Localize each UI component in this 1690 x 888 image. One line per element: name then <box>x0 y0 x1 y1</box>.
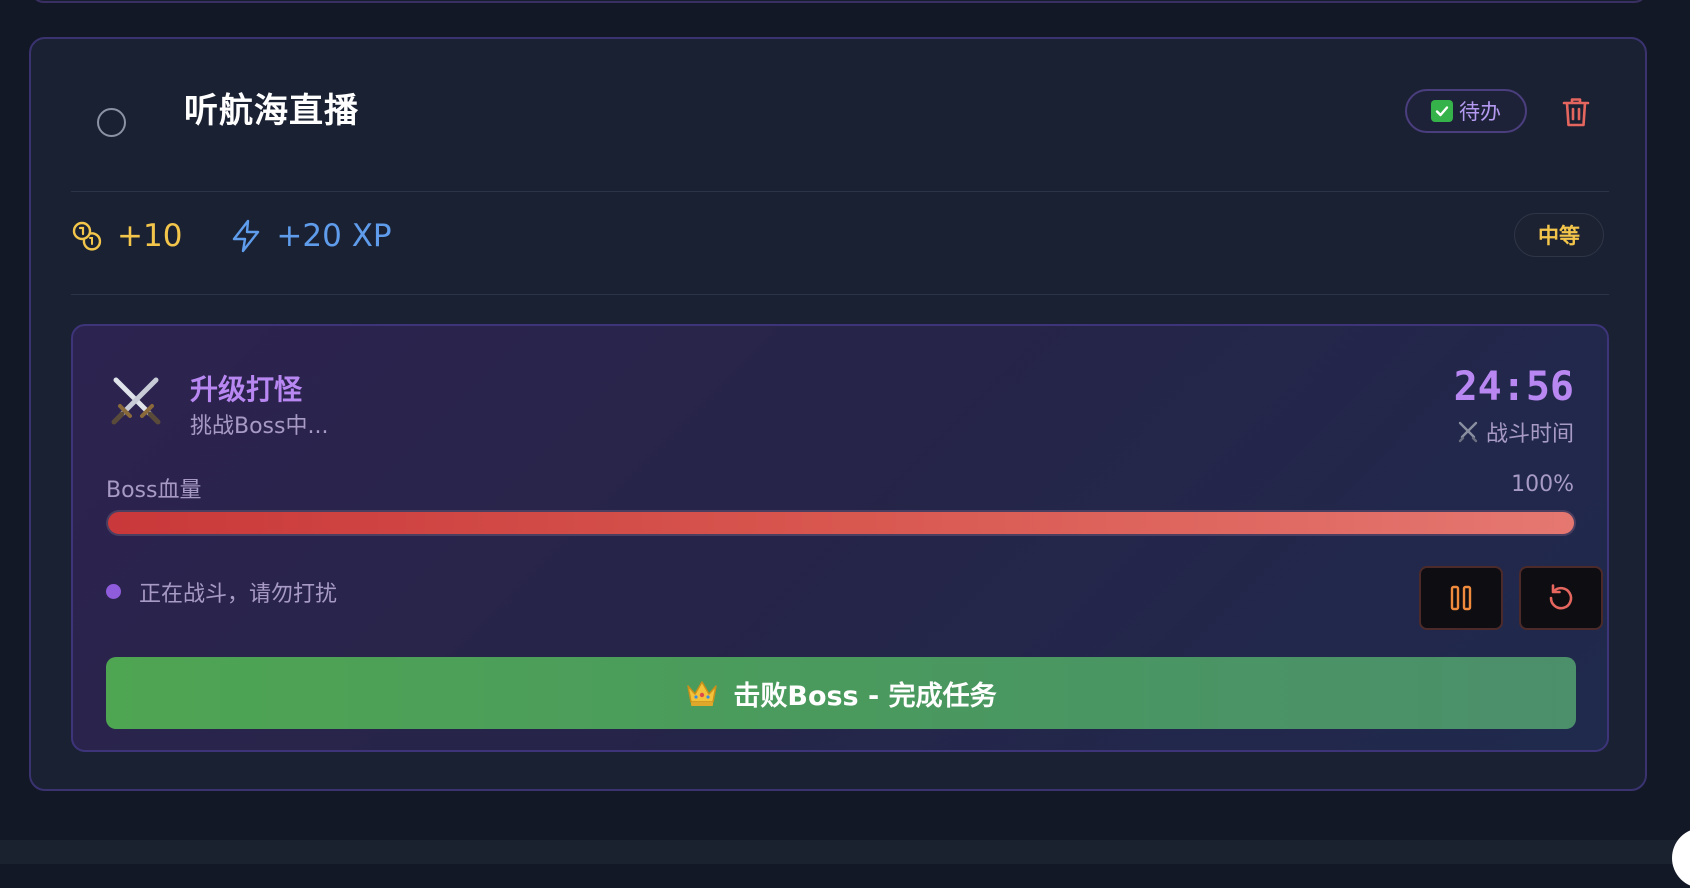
previous-task-card-edge <box>30 0 1648 3</box>
task-title: 听航海直播 <box>184 91 359 131</box>
difficulty-badge: 中等 <box>1514 213 1604 257</box>
task-card: 听航海直播 待办 +10 +20 XP 中等 升级打怪 挑战Boss中... 2… <box>29 37 1647 791</box>
defeat-boss-complete-button[interactable]: 击败Boss - 完成任务 <box>106 657 1576 729</box>
boss-hp-bar-fill <box>106 510 1576 536</box>
boss-hp-bar <box>106 510 1576 536</box>
boss-mode-subtitle: 挑战Boss中... <box>190 414 329 439</box>
lightning-icon <box>233 219 260 253</box>
rotate-ccw-icon <box>1549 584 1573 610</box>
divider <box>71 191 1609 192</box>
xp-reward: +20 XP <box>230 218 392 254</box>
battle-status-text: 正在战斗，请勿打扰 <box>139 582 338 607</box>
bottom-bar <box>0 840 1690 864</box>
reset-timer-button[interactable] <box>1519 566 1603 630</box>
floating-action-button[interactable] <box>1672 828 1690 888</box>
pause-button[interactable] <box>1419 566 1503 630</box>
crossed-swords-icon <box>111 377 161 425</box>
boss-hp-label: Boss血量 <box>106 478 202 503</box>
coin-reward: +10 <box>71 218 182 254</box>
status-badge[interactable]: 待办 <box>1405 89 1527 133</box>
boss-mode-title: 升级打怪 <box>190 373 303 406</box>
crossed-swords-icon <box>1458 421 1478 443</box>
reward-row: +10 +20 XP <box>71 211 392 261</box>
check-box-icon <box>1431 100 1453 122</box>
pause-icon <box>1450 585 1472 611</box>
trash-icon <box>1562 98 1590 127</box>
battle-timer: 24:56 <box>1453 364 1574 410</box>
battle-status-dot <box>106 584 121 599</box>
battle-timer-label-text: 战斗时间 <box>1485 422 1574 447</box>
divider <box>71 294 1609 295</box>
status-badge-label: 待办 <box>1459 100 1501 124</box>
complete-task-checkbox[interactable] <box>97 108 126 137</box>
xp-reward-value: +20 XP <box>276 218 392 254</box>
defeat-boss-button-label: 击败Boss - 完成任务 <box>733 680 997 712</box>
coins-icon <box>72 221 102 251</box>
boss-battle-panel: 升级打怪 挑战Boss中... 24:56 战斗时间 Boss血量 100% 正… <box>71 324 1609 752</box>
battle-timer-label: 战斗时间 <box>1456 416 1574 448</box>
delete-task-button[interactable] <box>1558 93 1594 131</box>
coin-reward-value: +10 <box>117 218 183 254</box>
crown-icon <box>687 681 718 706</box>
boss-hp-percent: 100% <box>1511 472 1574 497</box>
